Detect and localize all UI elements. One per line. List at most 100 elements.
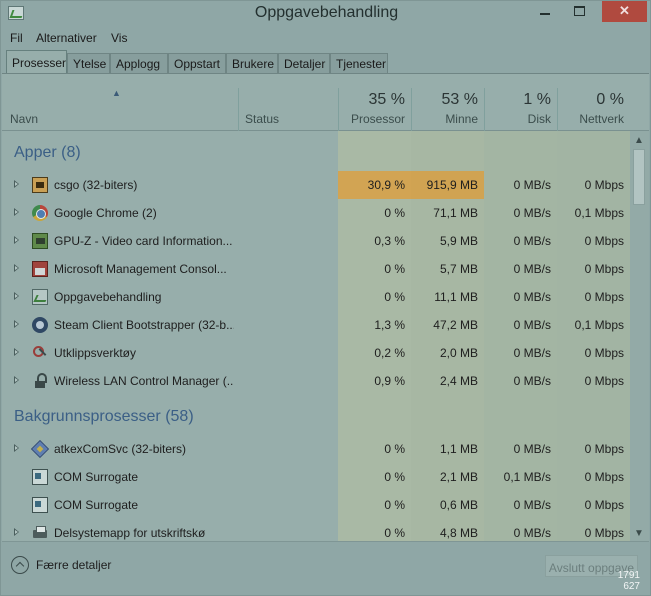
expand-arrow-icon[interactable]: [14, 264, 20, 272]
cpu-cell: 0 %: [384, 206, 405, 220]
table-row[interactable]: atkexComSvc (32-biters) 0 % 1,1 MB 0 MB/s 0 …: [2, 435, 630, 463]
network-cell: 0 Mbps: [584, 234, 624, 248]
expand-arrow-icon[interactable]: [14, 208, 20, 216]
group-title: Bakgrunnsprosesser (58): [14, 408, 194, 425]
disk-cell: 0 MB/s: [513, 498, 551, 512]
table-row[interactable]: csgo (32-biters) 30,9 % 915,9 MB 0 MB/s 0 Mb…: [2, 171, 630, 199]
memory-cell: 4,8 MB: [439, 526, 478, 540]
expand-arrow-icon[interactable]: [14, 376, 20, 384]
group-header-background[interactable]: Bakgrunnsprosesser (58): [2, 395, 630, 435]
table-row[interactable]: Delsystemapp for utskriftskø 0 % 4,8 MB 0 M…: [2, 519, 630, 541]
process-name: GPU-Z - Video card Information...: [54, 234, 233, 248]
process-name: Utklippsverktøy: [54, 346, 137, 360]
mmc-icon: [32, 261, 48, 277]
header-memory-percent: 53 %: [441, 91, 478, 108]
tab-startup[interactable]: Oppstart: [168, 53, 226, 73]
cpu-cell: 0 %: [384, 442, 405, 456]
process-name: COM Surrogate: [54, 470, 139, 484]
header-network-percent: 0 %: [596, 91, 624, 108]
expand-arrow-icon[interactable]: [14, 292, 20, 300]
process-name: atkexComSvc (32-biters): [54, 442, 187, 456]
expand-arrow-icon[interactable]: [14, 236, 20, 244]
menu-options[interactable]: Alternativer: [36, 31, 97, 45]
header-name[interactable]: Navn: [2, 88, 238, 131]
tab-users[interactable]: Brukere: [226, 53, 278, 73]
menu-file[interactable]: Fil: [10, 31, 23, 45]
expand-arrow-icon[interactable]: [14, 444, 20, 452]
minimize-button[interactable]: [531, 1, 558, 22]
network-cell: 0,1 Mbps: [574, 206, 624, 220]
title-bar[interactable]: Oppgavebehandling ✕: [1, 1, 651, 27]
disk-cell: 0 MB/s: [513, 234, 551, 248]
memory-cell: 0,6 MB: [439, 498, 478, 512]
cpu-cell: 0,9 %: [374, 374, 405, 388]
header-name-label: Navn: [10, 112, 39, 126]
network-cell: 0,1 Mbps: [574, 318, 624, 332]
expand-arrow-icon[interactable]: [14, 180, 20, 188]
maximize-button[interactable]: [566, 1, 593, 22]
expand-arrow-icon[interactable]: [14, 348, 20, 356]
network-cell: 0 Mbps: [584, 498, 624, 512]
com-surrogate-icon: [32, 497, 48, 513]
cpu-cell: 0 %: [384, 526, 405, 540]
menu-bar: Fil Alternativer Vis: [2, 28, 650, 48]
table-row[interactable]: Oppgavebehandling 0 % 11,1 MB 0 MB/s 0 Mbps: [2, 283, 630, 311]
fewer-details-link[interactable]: Færre detaljer: [36, 558, 111, 572]
table-row[interactable]: Wireless LAN Control Manager (... 0,9 % 2,…: [2, 367, 630, 395]
disk-cell: 0 MB/s: [513, 442, 551, 456]
header-network[interactable]: 0 % Nettverk: [557, 88, 630, 131]
cpu-cell: 0 %: [384, 290, 405, 304]
resolution-height: 627: [623, 581, 640, 592]
table-row[interactable]: GPU-Z - Video card Information... 0,3 % 5,…: [2, 227, 630, 255]
cpu-cell: 30,9 %: [338, 171, 411, 199]
header-status[interactable]: Status: [238, 88, 338, 131]
disk-cell: 0 MB/s: [513, 318, 551, 332]
expand-arrow-icon[interactable]: [14, 320, 20, 328]
memory-cell: 915,9 MB: [411, 171, 484, 199]
tab-performance[interactable]: Ytelse: [67, 53, 110, 73]
table-row[interactable]: Google Chrome (2) 0 % 71,1 MB 0 MB/s 0,1 Mbp…: [2, 199, 630, 227]
table-row[interactable]: Steam Client Bootstrapper (32-b... 1,3 % 4…: [2, 311, 630, 339]
tab-services[interactable]: Tjenester: [330, 53, 388, 73]
memory-cell: 71,1 MB: [433, 206, 478, 220]
scroll-thumb[interactable]: [633, 149, 645, 205]
network-cell: 0 Mbps: [584, 262, 624, 276]
network-cell: 0 Mbps: [584, 442, 624, 456]
table-row[interactable]: COM Surrogate 0 % 0,6 MB 0 MB/s 0 Mbps: [2, 491, 630, 519]
expand-arrow-icon[interactable]: [14, 528, 20, 536]
menu-view[interactable]: Vis: [111, 31, 127, 45]
header-disk[interactable]: 1 % Disk: [484, 88, 557, 131]
tab-details[interactable]: Detaljer: [278, 53, 330, 73]
chrome-icon: [32, 205, 48, 221]
process-name: Microsoft Management Consol...: [54, 262, 227, 276]
collapse-up-icon[interactable]: [11, 556, 29, 574]
csgo-icon: [32, 177, 48, 193]
tab-processes[interactable]: Prosesser: [6, 50, 67, 73]
resolution-width: 1791: [617, 570, 640, 581]
network-cell: 0 Mbps: [584, 526, 624, 540]
header-memory[interactable]: 53 % Minne: [411, 88, 484, 131]
process-name: COM Surrogate: [54, 498, 139, 512]
memory-cell: 1,1 MB: [439, 442, 478, 456]
header-cpu-label: Prosessor: [350, 112, 405, 126]
group-title: Apper (8): [14, 144, 81, 161]
memory-cell: 11,1 MB: [434, 290, 478, 304]
scroll-up-icon[interactable]: ▲: [634, 135, 644, 146]
atkex-icon: [30, 439, 50, 459]
tab-app-history[interactable]: Applogg: [110, 53, 168, 73]
close-icon: ✕: [619, 3, 630, 18]
process-name: Delsystemapp for utskriftskø: [54, 526, 206, 540]
memory-cell: 2,0 MB: [439, 346, 478, 360]
group-header-apps[interactable]: Apper (8): [2, 131, 630, 171]
minimize-icon: [540, 13, 550, 15]
close-button[interactable]: ✕: [602, 1, 647, 22]
table-row[interactable]: Microsoft Management Consol... 0 % 5,7 MB 0…: [2, 255, 630, 283]
com-surrogate-icon: [32, 469, 48, 485]
header-cpu[interactable]: 35 % Prosessor: [338, 88, 411, 131]
network-cell: 0 Mbps: [584, 374, 624, 388]
scroll-down-icon[interactable]: ▼: [634, 528, 644, 539]
table-row[interactable]: Utklippsverktøy 0,2 % 2,0 MB 0 MB/s 0 Mbps: [2, 339, 630, 367]
vertical-scrollbar[interactable]: ▲ ▼: [630, 131, 649, 541]
steam-icon: [32, 317, 48, 333]
table-row[interactable]: COM Surrogate 0 % 2,1 MB 0,1 MB/s 0 Mbps: [2, 463, 630, 491]
